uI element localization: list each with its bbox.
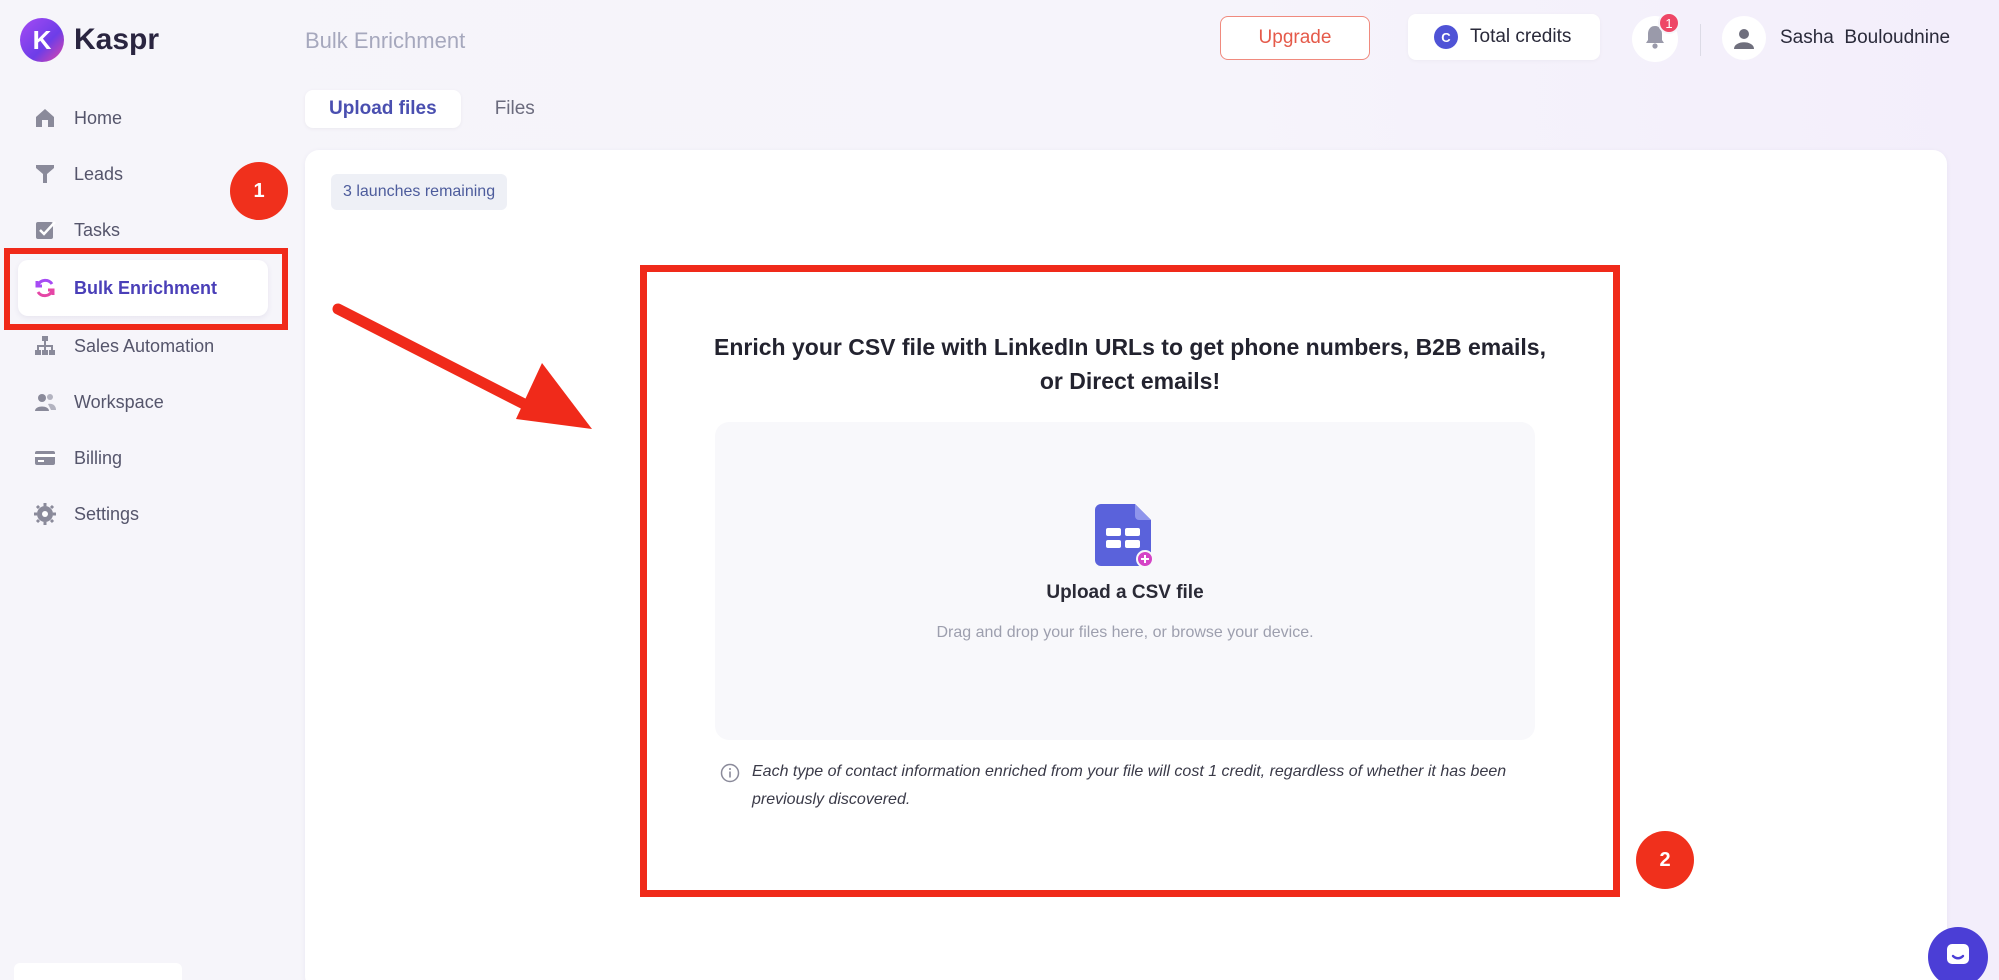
sidebar-item-label: Workspace (74, 391, 164, 412)
kaspr-logo-icon: K (20, 18, 64, 62)
brand-name: Kaspr (74, 23, 160, 56)
app-window: K Kaspr Home Leads Tasks Bulk Enrichment… (0, 0, 1999, 980)
annotation-arrow-icon (332, 303, 592, 429)
sidebar-item-home[interactable]: Home (18, 90, 268, 146)
sidebar-bottom-panel (14, 963, 182, 980)
sidebar-item-billing[interactable]: Billing (18, 430, 268, 486)
sidebar-item-label: Billing (74, 447, 123, 468)
annotation-step-2-badge: 2 (1636, 831, 1694, 889)
upgrade-button[interactable]: Upgrade (1220, 16, 1370, 60)
total-credits-button[interactable]: C Total credits (1408, 14, 1600, 60)
sidebar-item-label: Tasks (74, 219, 121, 240)
credits-label: Total credits (1470, 26, 1572, 47)
user-name: Sasha Bouloudnine (1780, 27, 1951, 48)
tab-files[interactable]: Files (471, 90, 559, 128)
notifications-button[interactable]: 1 (1632, 12, 1680, 62)
chat-icon (1944, 941, 1972, 974)
chat-support-button[interactable] (1928, 927, 1988, 980)
card-icon (32, 445, 58, 471)
user-avatar-icon (1722, 16, 1766, 60)
sidebar-item-label: Home (74, 107, 123, 128)
page-title: Bulk Enrichment (305, 28, 466, 53)
home-icon (32, 105, 58, 131)
users-icon (32, 389, 58, 415)
funnel-icon (32, 161, 58, 187)
sidebar-item-label: Leads (74, 163, 124, 184)
sidebar-item-label: Settings (74, 503, 140, 524)
sidebar: K Kaspr Home Leads Tasks Bulk Enrichment… (0, 0, 290, 980)
gear-icon (32, 501, 58, 527)
tab-bar: Upload files Files (305, 90, 559, 128)
sidebar-item-label: Sales Automation (74, 335, 215, 356)
user-menu[interactable]: Sasha Bouloudnine (1722, 16, 1950, 60)
annotation-step-1-badge: 1 (230, 162, 288, 220)
hierarchy-icon (32, 333, 58, 359)
brand-logo[interactable]: K Kaspr (20, 18, 159, 62)
checkbox-icon (32, 217, 58, 243)
notification-count-badge: 1 (1658, 12, 1680, 34)
header-divider (1700, 24, 1701, 56)
sidebar-item-workspace[interactable]: Workspace (18, 374, 268, 430)
credits-icon: C (1434, 25, 1458, 49)
upload-card: 3 launches remaining Enrich your CSV fil… (305, 150, 1947, 980)
annotation-highlight-upload (640, 265, 1620, 897)
annotation-highlight-sidebar (4, 248, 288, 330)
launches-remaining-badge: 3 launches remaining (331, 174, 508, 210)
sidebar-item-settings[interactable]: Settings (18, 486, 268, 542)
tab-upload-files[interactable]: Upload files (305, 90, 461, 128)
